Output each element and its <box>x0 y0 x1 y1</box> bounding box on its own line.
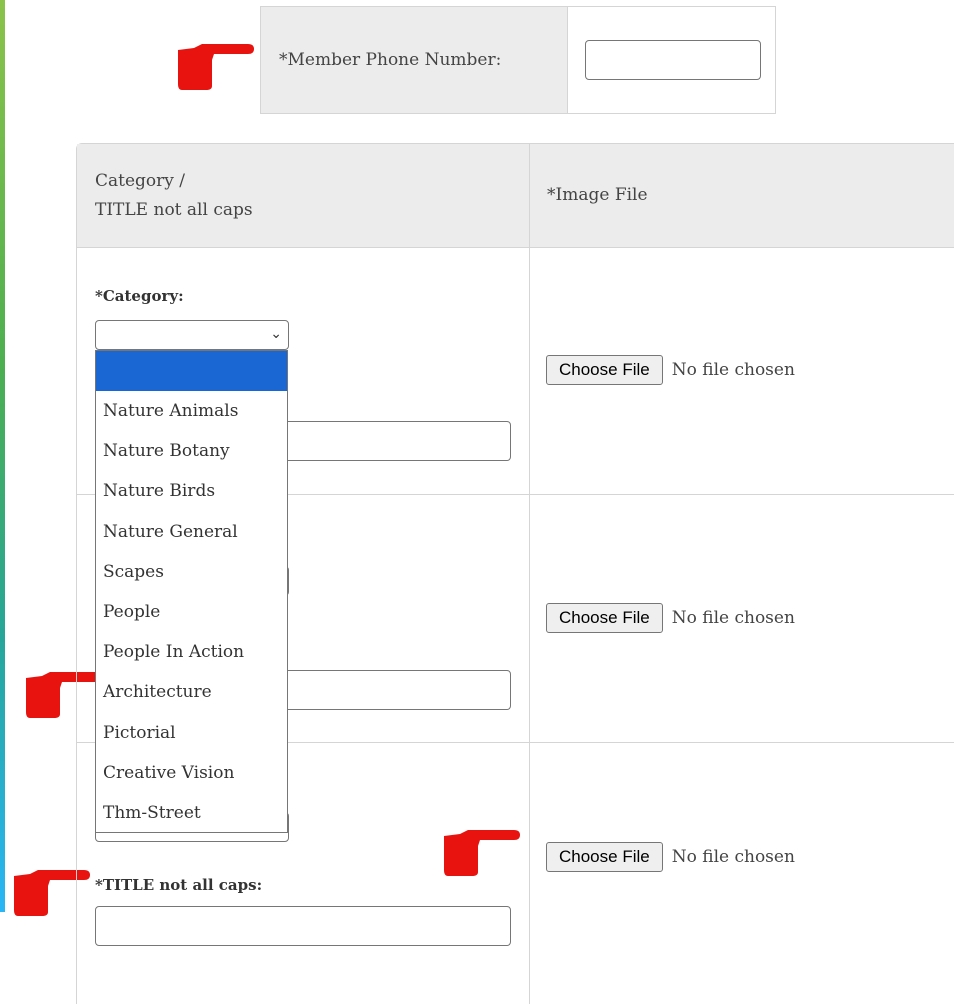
header-image-file: *Image File <box>547 185 648 205</box>
dropdown-option[interactable]: Thm-Street <box>96 793 287 833</box>
dropdown-option[interactable]: Nature Botany <box>96 431 287 471</box>
dropdown-option[interactable]: Nature General <box>96 512 287 552</box>
file-status: No file chosen <box>671 608 795 628</box>
header-category-line2: TITLE not all caps <box>95 199 253 220</box>
header-category-title: Category / TITLE not all caps <box>95 144 525 247</box>
image-file-input: Choose File No file chosen <box>546 603 795 633</box>
header-category-line1: Category / <box>95 170 186 191</box>
file-status: No file chosen <box>671 360 795 380</box>
title-input[interactable] <box>95 906 511 946</box>
dropdown-option-blank[interactable] <box>96 351 287 391</box>
dropdown-option[interactable]: People <box>96 592 287 632</box>
dropdown-option[interactable]: Creative Vision <box>96 753 287 793</box>
member-phone-input[interactable] <box>585 40 761 80</box>
dropdown-option[interactable]: Pictorial <box>96 713 287 753</box>
title-label: *TITLE not all caps: <box>95 876 263 894</box>
member-phone-section: *Member Phone Number: <box>260 6 776 114</box>
dropdown-option[interactable]: Nature Animals <box>96 391 287 431</box>
dropdown-option[interactable]: Nature Birds <box>96 471 287 511</box>
category-select[interactable]: ⌄ <box>95 320 289 350</box>
choose-file-button[interactable]: Choose File <box>546 603 663 633</box>
member-phone-label: *Member Phone Number: <box>261 7 568 113</box>
choose-file-button[interactable]: Choose File <box>546 355 663 385</box>
file-status: No file chosen <box>671 847 795 867</box>
dropdown-option[interactable]: Architecture <box>96 672 287 712</box>
pointing-hand-icon <box>178 44 254 90</box>
category-dropdown-list: Nature Animals Nature Botany Nature Bird… <box>95 350 288 833</box>
image-file-input: Choose File No file chosen <box>546 355 795 385</box>
page-accent-bar <box>0 0 5 912</box>
dropdown-option[interactable]: Scapes <box>96 552 287 592</box>
dropdown-option[interactable]: People In Action <box>96 632 287 672</box>
column-divider <box>529 144 530 1004</box>
choose-file-button[interactable]: Choose File <box>546 842 663 872</box>
category-label: *Category: <box>95 287 184 305</box>
chevron-down-icon: ⌄ <box>270 326 282 342</box>
image-file-input: Choose File No file chosen <box>546 842 795 872</box>
